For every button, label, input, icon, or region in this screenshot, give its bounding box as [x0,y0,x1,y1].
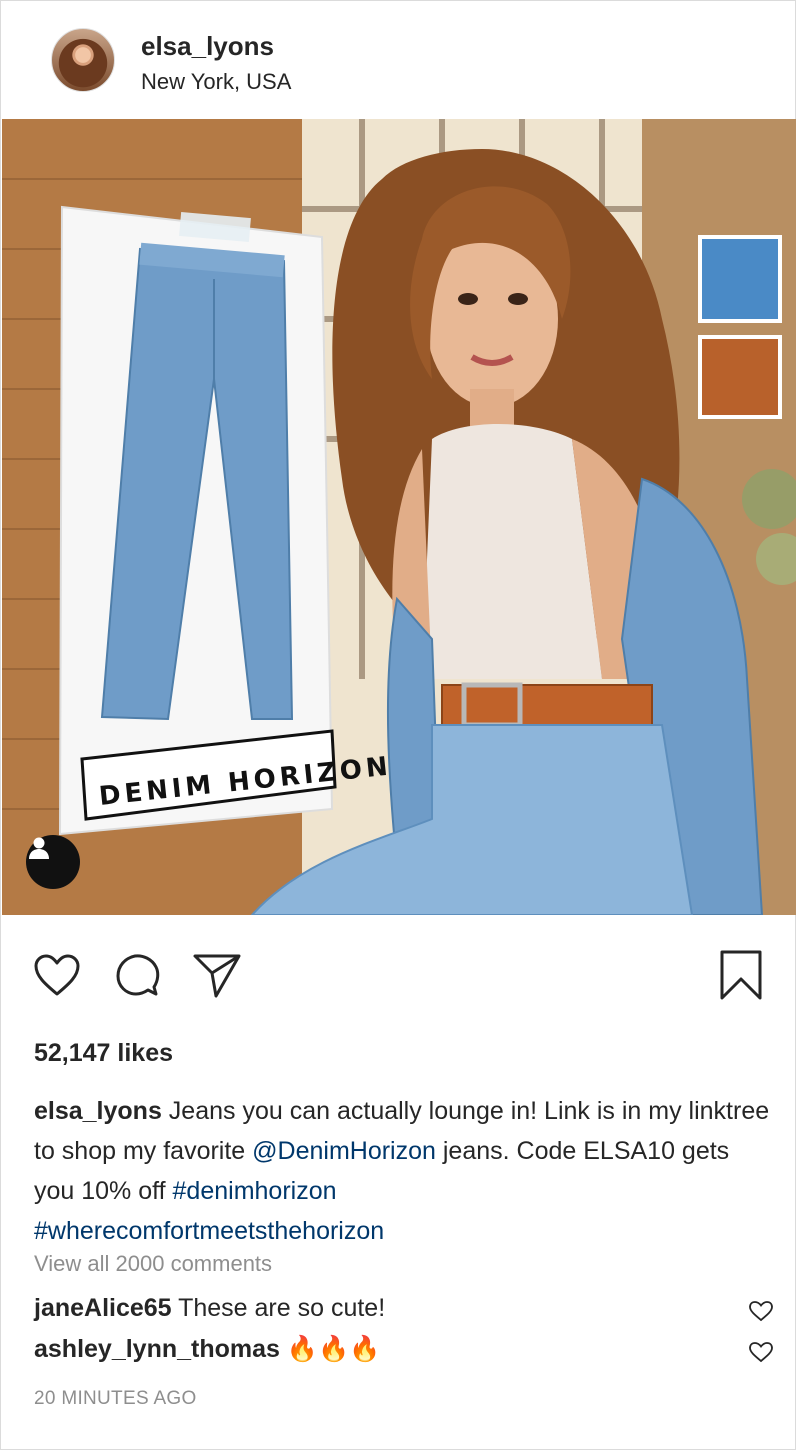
post-header: elsa_lyons New York, USA [1,1,796,119]
post-image[interactable]: DENIM HORIZON [2,119,796,915]
caption-hashtag-2[interactable]: #wherecomfortmeetsthehorizon [34,1217,384,1245]
caption-hashtag-1[interactable]: #denimhorizon [173,1177,337,1205]
comment-row: janeAlice65 These are so cute! [34,1294,774,1323]
comment-row: ashley_lynn_thomas 🔥🔥🔥 [34,1335,774,1364]
action-bar [1,931,796,1021]
comment-like-icon[interactable] [748,1300,774,1322]
swatch-leather[interactable] [698,335,782,419]
header-location[interactable]: New York, USA [141,69,291,95]
swatch-denim[interactable] [698,235,782,323]
view-all-comments-link[interactable]: View all 2000 comments [34,1251,272,1277]
instagram-post: elsa_lyons New York, USA DENIM HORIZON 5… [0,0,796,1450]
header-username[interactable]: elsa_lyons [141,31,274,62]
share-icon[interactable] [191,949,243,1001]
caption-mention[interactable]: @DenimHorizon [252,1137,436,1165]
caption-username[interactable]: elsa_lyons [34,1097,162,1125]
bookmark-icon[interactable] [715,949,767,1001]
post-timestamp: 20 MINUTES AGO [34,1388,197,1409]
comment-username[interactable]: janeAlice65 [34,1294,172,1322]
comment-like-icon[interactable] [748,1341,774,1363]
post-image-illustration: DENIM HORIZON [2,119,796,915]
caption: elsa_lyons Jeans you can actually lounge… [34,1091,774,1251]
comment-icon[interactable] [111,949,163,1001]
avatar[interactable] [51,28,115,92]
heart-icon[interactable] [31,949,83,1001]
comment-username[interactable]: ashley_lynn_thomas [34,1335,280,1363]
likes-count[interactable]: 52,147 likes [34,1039,173,1068]
tagged-user-icon[interactable] [26,835,80,889]
comment-text: 🔥🔥🔥 [279,1335,381,1363]
comment-text: These are so cute! [171,1294,386,1322]
